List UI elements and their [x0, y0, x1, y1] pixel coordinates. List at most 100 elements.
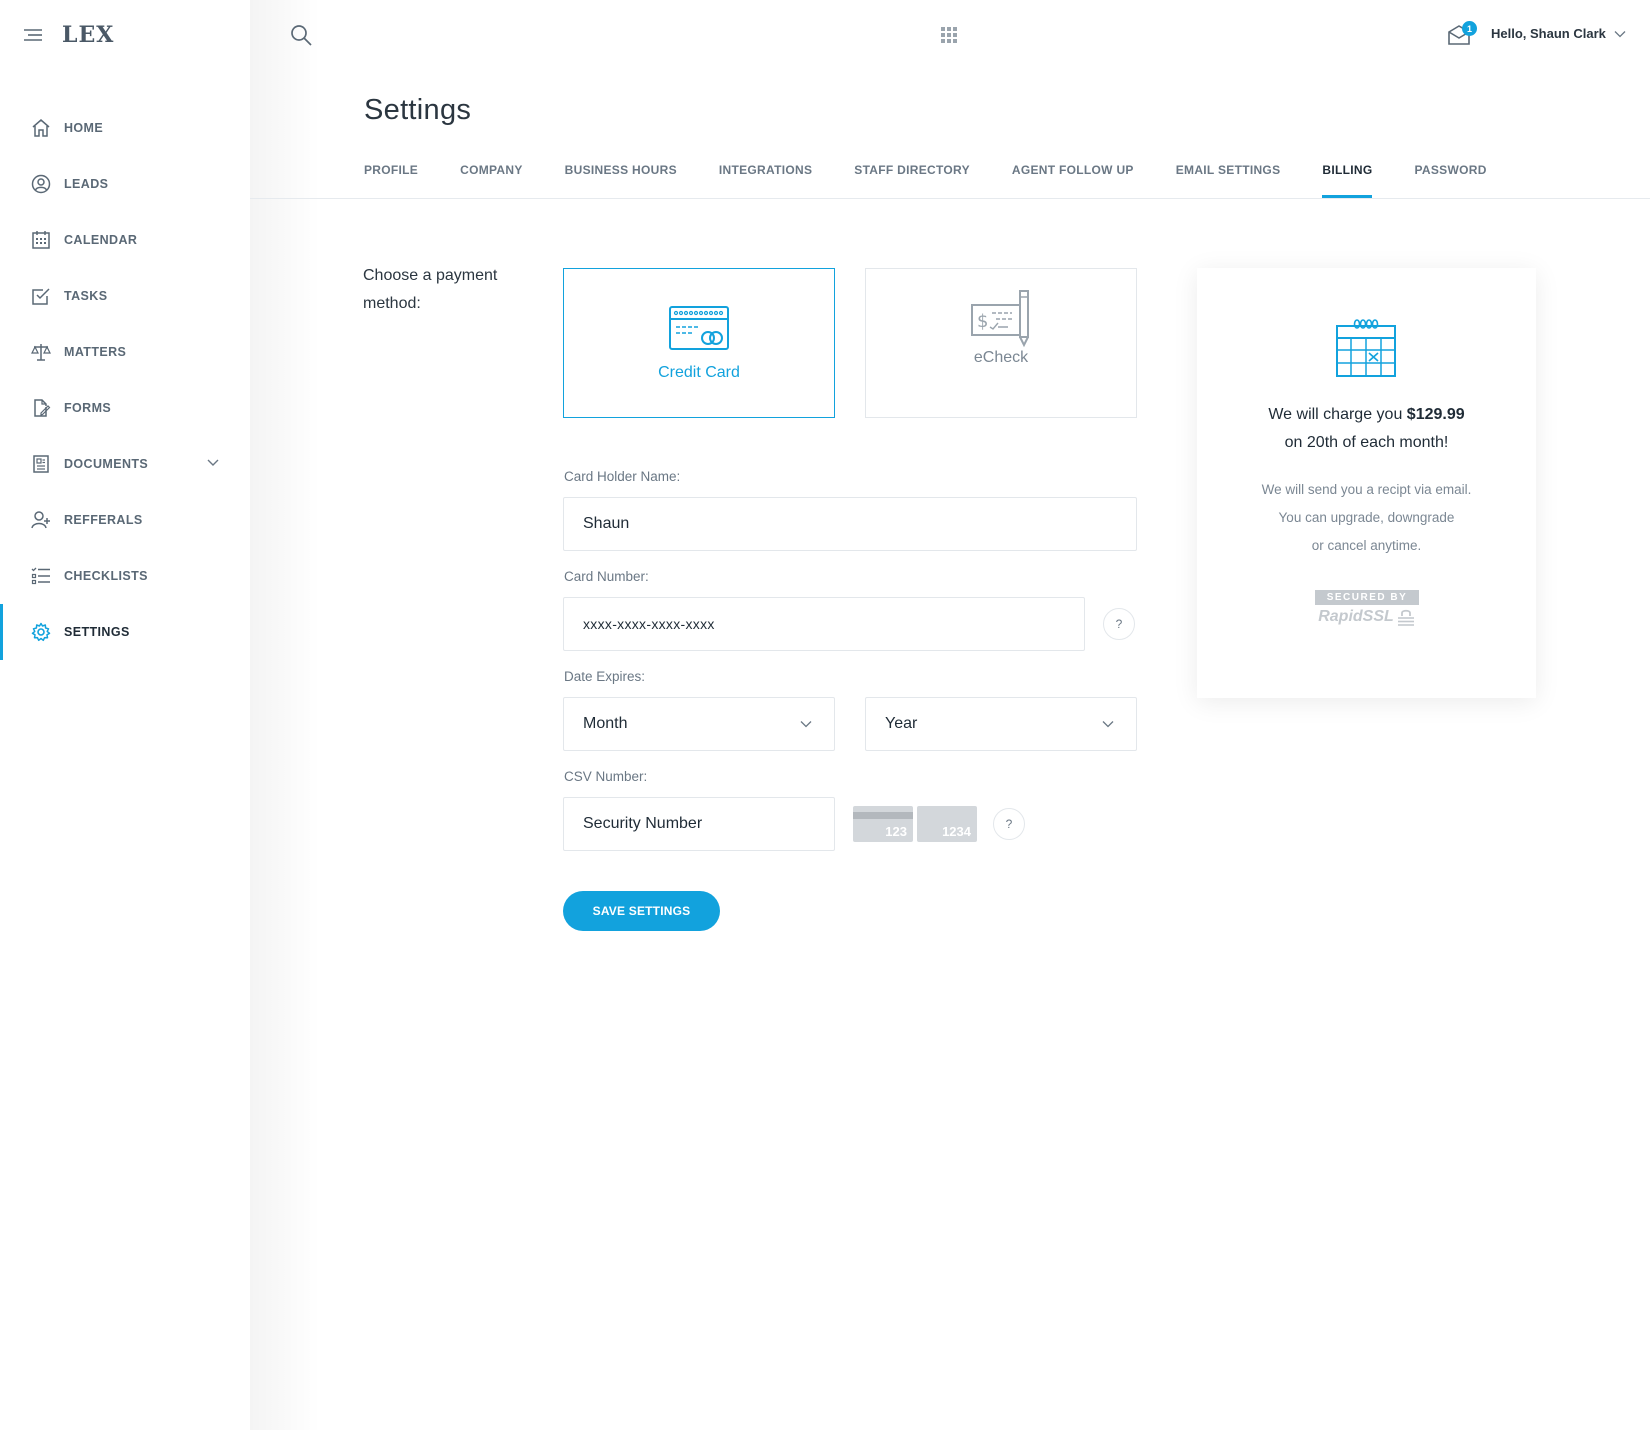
csv-number-input[interactable]: Security Number	[563, 797, 835, 851]
checklist-icon	[31, 567, 50, 585]
ssl-secured-by: SECURED BY	[1315, 590, 1419, 605]
sidebar-item-settings[interactable]: SETTINGS	[0, 604, 250, 660]
month-select[interactable]: Month	[563, 697, 835, 751]
sidebar-item-documents[interactable]: DOCUMENTS	[0, 436, 250, 492]
sidebar-item-label: CHECKLISTS	[64, 569, 148, 583]
hamburger-menu-icon[interactable]	[22, 24, 44, 46]
tab-agent-follow-up[interactable]: AGENT FOLLOW UP	[1012, 148, 1134, 198]
ssl-brand: RapidSSL	[1315, 605, 1419, 629]
brand: LEX	[22, 20, 114, 50]
sidebar-item-label: REFFERALS	[64, 513, 143, 527]
tab-company[interactable]: COMPANY	[460, 148, 523, 198]
card-number-input[interactable]: xxxx-xxxx-xxxx-xxxx	[563, 597, 1085, 651]
document-icon	[33, 455, 49, 473]
csv-card-back-image: 123	[853, 806, 913, 842]
apps-grid-icon[interactable]	[940, 26, 958, 44]
billing-note: We will send you a recipt via email. You…	[1197, 476, 1536, 560]
sidebar-item-tasks[interactable]: TASKS	[0, 268, 250, 324]
sidebar-item-leads[interactable]: LEADS	[0, 156, 250, 212]
sidebar-item-label: DOCUMENTS	[64, 457, 149, 471]
sidebar-item-refferals[interactable]: REFFERALS	[0, 492, 250, 548]
tab-business-hours[interactable]: BUSINESS HOURS	[565, 148, 677, 198]
sidebar: LEX HOME LEADS CALENDAR TASKS MATTERS FO…	[0, 0, 250, 1430]
chevron-down-icon[interactable]	[206, 456, 220, 470]
check-icon: $	[971, 290, 1029, 348]
scales-icon	[31, 344, 51, 361]
search-icon[interactable]	[289, 23, 313, 47]
card-number-value: xxxx-xxxx-xxxx-xxxx	[583, 616, 715, 632]
sidebar-item-label: HOME	[64, 121, 104, 135]
csv-card-front-image: 1234	[917, 806, 977, 842]
ssl-brand-name: RapidSSL	[1318, 608, 1394, 625]
sidebar-item-calendar[interactable]: CALENDAR	[0, 212, 250, 268]
tab-email-settings[interactable]: EMAIL SETTINGS	[1176, 148, 1281, 198]
month-value: Month	[583, 715, 628, 732]
payment-method-credit-card[interactable]: Credit Card	[563, 268, 835, 418]
notifications[interactable]: 1	[1447, 21, 1477, 48]
sidebar-item-matters[interactable]: MATTERS	[0, 324, 250, 380]
charge-amount: $129.99	[1406, 406, 1465, 423]
card-number-label: Card Number:	[564, 569, 649, 584]
sidebar-item-home[interactable]: HOME	[0, 100, 250, 156]
card-holder-input[interactable]: Shaun	[563, 497, 1137, 551]
tab-integrations[interactable]: INTEGRATIONS	[719, 148, 812, 198]
csv-card-digits: 123	[885, 824, 907, 839]
tabs-divider	[250, 198, 1650, 199]
sidebar-item-label: SETTINGS	[64, 625, 130, 639]
user-menu[interactable]: Hello, Shaun Clark	[1491, 26, 1626, 41]
checkbox-icon	[32, 288, 50, 305]
note-line: You can upgrade, downgrade	[1278, 510, 1455, 525]
payment-method-label: Choose a payment method:	[363, 267, 498, 312]
sidebar-item-label: LEADS	[64, 177, 109, 191]
chevron-down-icon	[1614, 30, 1626, 37]
rapidssl-badge: SECURED BY RapidSSL	[1315, 590, 1419, 632]
sidebar-item-label: TASKS	[64, 289, 108, 303]
payment-method-label: eCheck	[973, 349, 1029, 366]
card-number-help-button[interactable]: ?	[1103, 608, 1135, 640]
magnetic-stripe	[853, 812, 913, 819]
charge-prefix: We will charge you	[1268, 406, 1407, 423]
tab-password[interactable]: PASSWORD	[1414, 148, 1486, 198]
charge-suffix: on 20th of each month!	[1284, 434, 1449, 451]
form-edit-icon	[34, 399, 51, 417]
user-greeting: Hello, Shaun Clark	[1491, 26, 1606, 41]
payment-method-echeck[interactable]: $ eCheck	[865, 268, 1137, 418]
tab-staff-directory[interactable]: STAFF DIRECTORY	[854, 148, 970, 198]
sidebar-item-forms[interactable]: FORMS	[0, 380, 250, 436]
sidebar-item-checklists[interactable]: CHECKLISTS	[0, 548, 250, 604]
tab-billing[interactable]: BILLING	[1322, 148, 1373, 198]
charge-text: We will charge you $129.99 on 20th of ea…	[1197, 401, 1536, 457]
date-expires-label: Date Expires:	[564, 669, 646, 684]
app-logo[interactable]: LEX	[62, 22, 114, 48]
notification-badge: 1	[1462, 21, 1477, 36]
year-value: Year	[885, 715, 918, 732]
home-icon	[32, 119, 50, 137]
sidebar-nav: HOME LEADS CALENDAR TASKS MATTERS FORMS …	[0, 100, 250, 660]
credit-card-icon	[669, 306, 729, 350]
billing-summary-card: We will charge you $129.99 on 20th of ea…	[1197, 268, 1536, 698]
calendar-icon	[1336, 319, 1396, 377]
csv-number-placeholder: Security Number	[583, 815, 703, 832]
sidebar-shadow	[250, 0, 320, 1430]
page-title: Settings	[364, 94, 472, 126]
note-line: We will send you a recipt via email.	[1261, 482, 1472, 497]
card-holder-value: Shaun	[583, 515, 630, 532]
user-circle-icon	[31, 174, 51, 194]
payment-method-label: Credit Card	[658, 364, 740, 381]
csv-card-digits: 1234	[942, 824, 971, 839]
svg-text:$: $	[977, 311, 988, 332]
sidebar-item-label: MATTERS	[64, 345, 127, 359]
user-plus-icon	[31, 511, 50, 529]
csv-number-label: CSV Number:	[564, 769, 648, 784]
csv-help-button[interactable]: ?	[993, 808, 1025, 840]
lock-icon	[1397, 609, 1414, 626]
year-select[interactable]: Year	[865, 697, 1137, 751]
sidebar-item-label: CALENDAR	[64, 233, 138, 247]
save-settings-button[interactable]: SAVE SETTINGS	[563, 891, 720, 931]
note-line: or cancel anytime.	[1311, 538, 1422, 553]
tab-profile[interactable]: PROFILE	[364, 148, 418, 198]
settings-tabs: PROFILE COMPANY BUSINESS HOURS INTEGRATI…	[364, 148, 1529, 198]
card-holder-label: Card Holder Name:	[564, 469, 681, 484]
sidebar-item-label: FORMS	[64, 401, 112, 415]
calendar-icon	[32, 231, 50, 249]
